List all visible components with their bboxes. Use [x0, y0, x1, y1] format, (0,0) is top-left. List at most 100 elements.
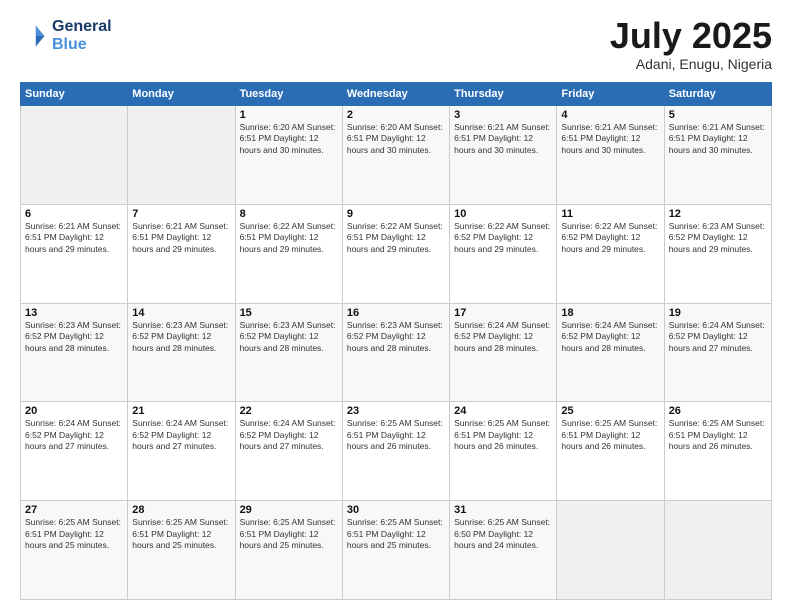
day-number: 30 — [347, 504, 445, 516]
day-info: Sunrise: 6:24 AM Sunset: 6:52 PM Dayligh… — [561, 320, 659, 354]
day-number: 25 — [561, 405, 659, 417]
day-info: Sunrise: 6:23 AM Sunset: 6:52 PM Dayligh… — [347, 320, 445, 354]
month-title: July 2025 — [610, 18, 772, 54]
calendar-week-row: 6Sunrise: 6:21 AM Sunset: 6:51 PM Daylig… — [21, 204, 772, 303]
day-number: 4 — [561, 109, 659, 121]
logo: General Blue — [20, 18, 112, 54]
calendar-day-cell: 10Sunrise: 6:22 AM Sunset: 6:52 PM Dayli… — [450, 204, 557, 303]
calendar-week-row: 1 Sunrise: 6:20 AM Sunset: 6:51 PM Daylig… — [21, 106, 772, 205]
day-info: Sunrise: 6:21 AM Sunset: 6:51 PM Dayligh… — [25, 221, 123, 255]
title-block: July 2025 Adani, Enugu, Nigeria — [610, 18, 772, 72]
calendar-day-cell: 22Sunrise: 6:24 AM Sunset: 6:52 PM Dayli… — [235, 402, 342, 501]
calendar-day-header: Wednesday — [342, 83, 449, 106]
day-number: 24 — [454, 405, 552, 417]
calendar-day-header: Thursday — [450, 83, 557, 106]
day-number: 5 — [669, 109, 767, 121]
calendar-day-cell: 5Sunrise: 6:21 AM Sunset: 6:51 PM Daylig… — [664, 106, 771, 205]
day-info: Sunrise: 6:23 AM Sunset: 6:52 PM Dayligh… — [669, 221, 767, 255]
calendar-day-cell: 31Sunrise: 6:25 AM Sunset: 6:50 PM Dayli… — [450, 501, 557, 600]
logo-icon — [20, 22, 48, 50]
day-number: 26 — [669, 405, 767, 417]
day-number: 23 — [347, 405, 445, 417]
day-info: Sunrise: 6:25 AM Sunset: 6:51 PM Dayligh… — [240, 517, 338, 551]
calendar-day-cell — [664, 501, 771, 600]
day-info: Sunrise: 6:22 AM Sunset: 6:51 PM Dayligh… — [240, 221, 338, 255]
calendar-day-cell: 25Sunrise: 6:25 AM Sunset: 6:51 PM Dayli… — [557, 402, 664, 501]
day-number: 12 — [669, 208, 767, 220]
calendar-day-cell: 27Sunrise: 6:25 AM Sunset: 6:51 PM Dayli… — [21, 501, 128, 600]
day-number: 7 — [132, 208, 230, 220]
day-info: Sunrise: 6:25 AM Sunset: 6:50 PM Dayligh… — [454, 517, 552, 551]
day-info: Sunrise: 6:25 AM Sunset: 6:51 PM Dayligh… — [25, 517, 123, 551]
calendar-day-cell: 30Sunrise: 6:25 AM Sunset: 6:51 PM Dayli… — [342, 501, 449, 600]
calendar-day-header: Sunday — [21, 83, 128, 106]
calendar-day-cell: 23Sunrise: 6:25 AM Sunset: 6:51 PM Dayli… — [342, 402, 449, 501]
calendar-day-cell: 11Sunrise: 6:22 AM Sunset: 6:52 PM Dayli… — [557, 204, 664, 303]
calendar-day-cell: 12Sunrise: 6:23 AM Sunset: 6:52 PM Dayli… — [664, 204, 771, 303]
calendar-day-cell: 6Sunrise: 6:21 AM Sunset: 6:51 PM Daylig… — [21, 204, 128, 303]
day-info: Sunrise: 6:20 AM Sunset: 6:51 PM Dayligh… — [347, 122, 445, 156]
calendar-week-row: 13 Sunrise: 6:23 AM Sunset: 6:52 PM Dayli… — [21, 303, 772, 402]
day-info: Sunrise: 6:22 AM Sunset: 6:52 PM Dayligh… — [561, 221, 659, 255]
day-info: Sunrise: 6:25 AM Sunset: 6:51 PM Dayligh… — [347, 418, 445, 452]
calendar-day-header: Tuesday — [235, 83, 342, 106]
day-number: 1 — [240, 109, 338, 121]
day-number: 8 — [240, 208, 338, 220]
day-number: 27 — [25, 504, 123, 516]
day-number: 13 — [25, 307, 123, 319]
day-info: Sunrise: 6:22 AM Sunset: 6:52 PM Dayligh… — [454, 221, 552, 255]
calendar-day-cell: 20Sunrise: 6:24 AM Sunset: 6:52 PM Dayli… — [21, 402, 128, 501]
day-info: Sunrise: 6:21 AM Sunset: 6:51 PM Dayligh… — [132, 221, 230, 255]
day-number: 16 — [347, 307, 445, 319]
calendar-header-row: SundayMondayTuesdayWednesdayThursdayFrid… — [21, 83, 772, 106]
day-info: Sunrise: 6:22 AM Sunset: 6:51 PM Dayligh… — [347, 221, 445, 255]
day-number: 9 — [347, 208, 445, 220]
day-info: Sunrise: 6:25 AM Sunset: 6:51 PM Dayligh… — [669, 418, 767, 452]
day-number: 15 — [240, 307, 338, 319]
page: General Blue July 2025 Adani, Enugu, Nig… — [0, 0, 792, 612]
day-number: 20 — [25, 405, 123, 417]
logo-text: General Blue — [52, 18, 112, 54]
location: Adani, Enugu, Nigeria — [610, 56, 772, 72]
calendar-day-header: Monday — [128, 83, 235, 106]
calendar-day-cell: 1Sunrise: 6:20 AM Sunset: 6:51 PM Daylig… — [235, 106, 342, 205]
calendar-day-cell: 18Sunrise: 6:24 AM Sunset: 6:52 PM Dayli… — [557, 303, 664, 402]
day-info: Sunrise: 6:24 AM Sunset: 6:52 PM Dayligh… — [240, 418, 338, 452]
day-info: Sunrise: 6:25 AM Sunset: 6:51 PM Dayligh… — [561, 418, 659, 452]
day-info: Sunrise: 6:23 AM Sunset: 6:52 PM Dayligh… — [240, 320, 338, 354]
day-number: 18 — [561, 307, 659, 319]
calendar-day-cell: 19Sunrise: 6:24 AM Sunset: 6:52 PM Dayli… — [664, 303, 771, 402]
day-info: Sunrise: 6:25 AM Sunset: 6:51 PM Dayligh… — [132, 517, 230, 551]
day-number: 6 — [25, 208, 123, 220]
calendar-day-header: Saturday — [664, 83, 771, 106]
calendar-week-row: 20Sunrise: 6:24 AM Sunset: 6:52 PM Dayli… — [21, 402, 772, 501]
calendar-day-cell: 7Sunrise: 6:21 AM Sunset: 6:51 PM Daylig… — [128, 204, 235, 303]
calendar-day-cell: 15Sunrise: 6:23 AM Sunset: 6:52 PM Dayli… — [235, 303, 342, 402]
calendar-day-cell: 26Sunrise: 6:25 AM Sunset: 6:51 PM Dayli… — [664, 402, 771, 501]
calendar-day-cell: 21Sunrise: 6:24 AM Sunset: 6:52 PM Dayli… — [128, 402, 235, 501]
day-number: 11 — [561, 208, 659, 220]
day-info: Sunrise: 6:25 AM Sunset: 6:51 PM Dayligh… — [454, 418, 552, 452]
calendar-day-cell: 16Sunrise: 6:23 AM Sunset: 6:52 PM Dayli… — [342, 303, 449, 402]
calendar-day-cell: 28Sunrise: 6:25 AM Sunset: 6:51 PM Dayli… — [128, 501, 235, 600]
calendar-day-cell — [128, 106, 235, 205]
calendar-day-cell: 13Sunrise: 6:23 AM Sunset: 6:52 PM Dayli… — [21, 303, 128, 402]
header: General Blue July 2025 Adani, Enugu, Nig… — [20, 18, 772, 72]
day-number: 29 — [240, 504, 338, 516]
day-number: 3 — [454, 109, 552, 121]
day-info: Sunrise: 6:23 AM Sunset: 6:52 PM Dayligh… — [132, 320, 230, 354]
calendar-day-cell: 14Sunrise: 6:23 AM Sunset: 6:52 PM Dayli… — [128, 303, 235, 402]
calendar-day-header: Friday — [557, 83, 664, 106]
calendar-day-cell: 29Sunrise: 6:25 AM Sunset: 6:51 PM Dayli… — [235, 501, 342, 600]
calendar-table: SundayMondayTuesdayWednesdayThursdayFrid… — [20, 82, 772, 600]
day-info: Sunrise: 6:24 AM Sunset: 6:52 PM Dayligh… — [25, 418, 123, 452]
day-info: Sunrise: 6:21 AM Sunset: 6:51 PM Dayligh… — [454, 122, 552, 156]
calendar-week-row: 27Sunrise: 6:25 AM Sunset: 6:51 PM Dayli… — [21, 501, 772, 600]
day-number: 10 — [454, 208, 552, 220]
day-number: 14 — [132, 307, 230, 319]
day-info: Sunrise: 6:24 AM Sunset: 6:52 PM Dayligh… — [132, 418, 230, 452]
day-number: 31 — [454, 504, 552, 516]
day-info: Sunrise: 6:21 AM Sunset: 6:51 PM Dayligh… — [561, 122, 659, 156]
day-info: Sunrise: 6:21 AM Sunset: 6:51 PM Dayligh… — [669, 122, 767, 156]
calendar-day-cell: 2Sunrise: 6:20 AM Sunset: 6:51 PM Daylig… — [342, 106, 449, 205]
